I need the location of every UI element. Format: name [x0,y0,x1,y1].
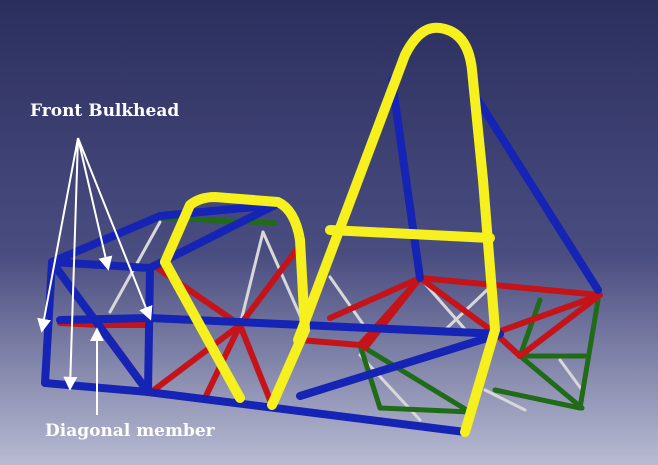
diagonal-member-label: Diagonal member [45,421,215,441]
chassis-frame-drawing [0,0,658,465]
cad-viewport: Front Bulkhead Diagonal member [0,0,658,465]
front-bulkhead-label: Front Bulkhead [30,101,180,121]
